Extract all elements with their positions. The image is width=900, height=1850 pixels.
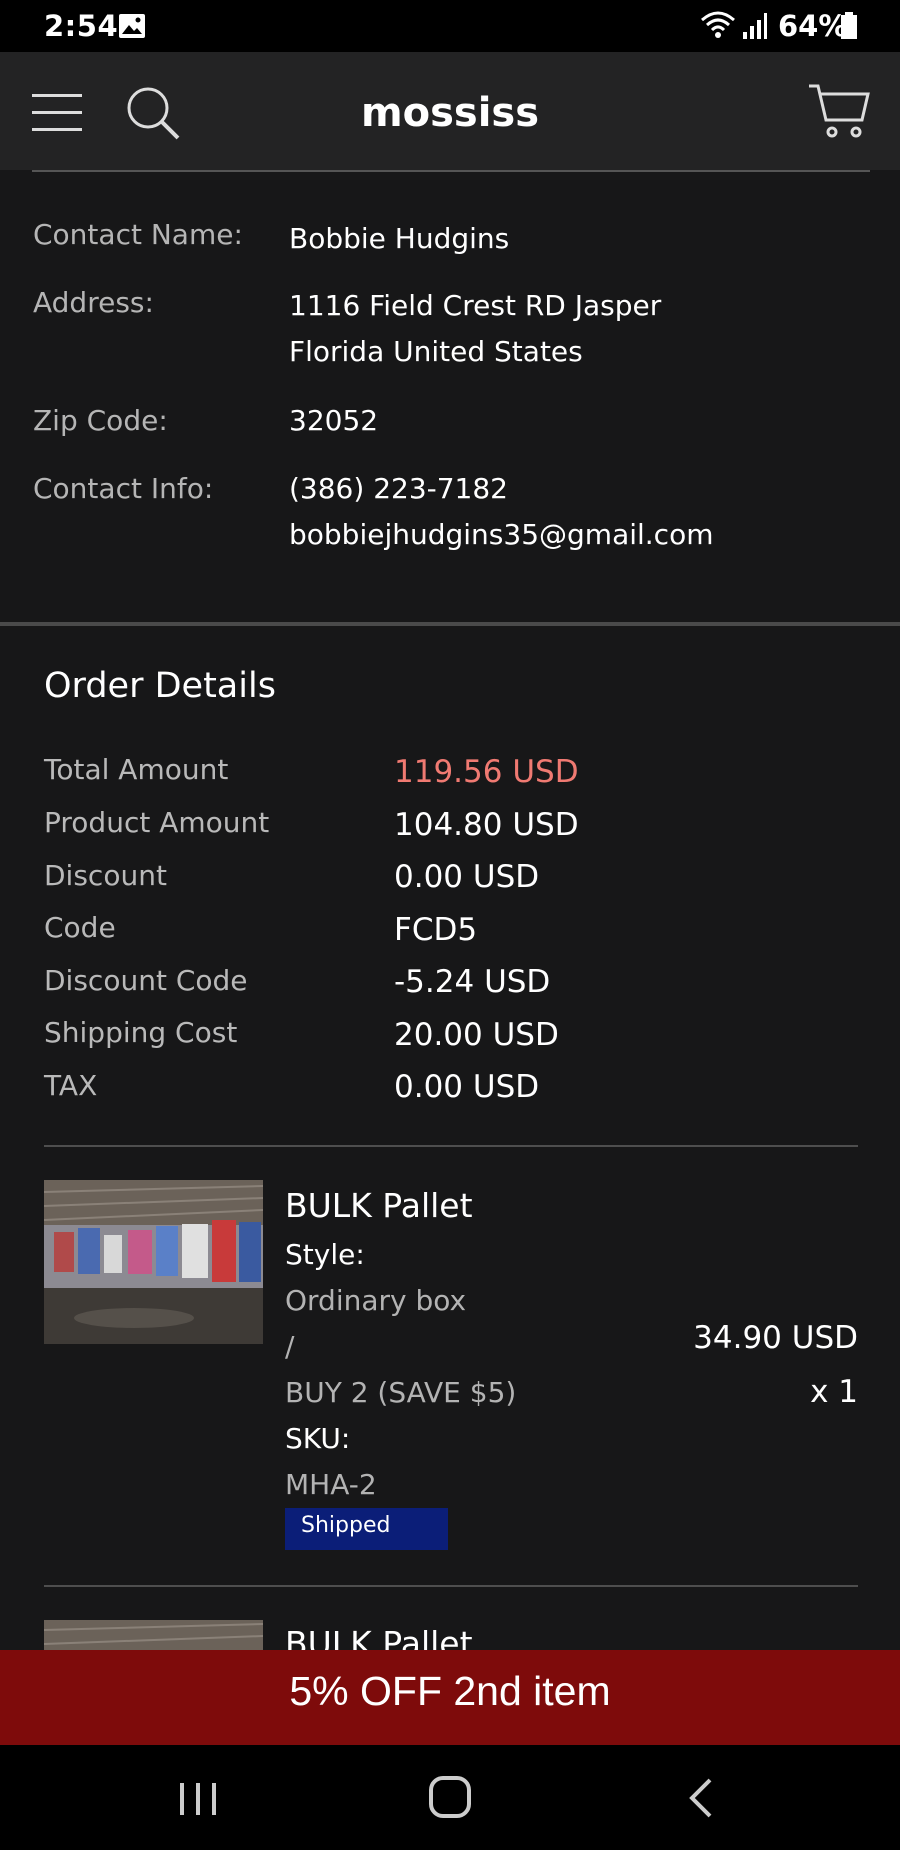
- brand-logo[interactable]: mossiss: [0, 90, 900, 136]
- tax-label: TAX: [44, 1069, 98, 1102]
- divider: [44, 1585, 858, 1587]
- sku-value: MHA-2: [285, 1468, 377, 1501]
- contact-name-label: Contact Name:: [33, 218, 243, 251]
- product-name-clip: BULK Pallet: [285, 1620, 685, 1650]
- wifi-icon: [701, 11, 735, 38]
- shipping-cost-label: Shipping Cost: [44, 1016, 238, 1049]
- app-header: mossiss: [0, 52, 900, 170]
- style-value: Ordinary box: [285, 1284, 467, 1317]
- product-name[interactable]: BULK Pallet: [285, 1624, 473, 1650]
- divider: [44, 1145, 858, 1147]
- back-icon[interactable]: [686, 1777, 716, 1819]
- address-line-1: 1116 Field Crest RD Jasper: [289, 289, 662, 322]
- product-price: 34.90 USD: [693, 1320, 858, 1356]
- email-address: bobbiejhudgins35@gmail.com: [289, 518, 714, 551]
- recent-apps-icon[interactable]: [178, 1781, 218, 1817]
- product-quantity: x 1: [810, 1374, 858, 1410]
- discount-code-value: -5.24 USD: [394, 964, 551, 1000]
- image-icon: [119, 14, 145, 38]
- shipping-cost-value: 20.00 USD: [394, 1017, 559, 1053]
- zip-label: Zip Code:: [33, 404, 168, 437]
- total-amount-value: 119.56 USD: [394, 754, 579, 790]
- battery-icon: [841, 12, 857, 39]
- warehouse-pallets-image: [44, 1180, 263, 1344]
- zip-code: 32052: [289, 404, 379, 437]
- signal-icon: [743, 13, 767, 39]
- code-value: FCD5: [394, 912, 478, 948]
- product-image[interactable]: [44, 1620, 263, 1650]
- divider: [32, 170, 870, 172]
- contact-name: Bobbie Hudgins: [289, 222, 510, 255]
- total-amount-label: Total Amount: [44, 753, 229, 786]
- home-icon[interactable]: [428, 1775, 472, 1819]
- discount-label: Discount: [44, 859, 167, 892]
- style-option: BUY 2 (SAVE $5): [285, 1376, 517, 1409]
- address-line-2: Florida United States: [289, 335, 583, 368]
- promo-text: 5% OFF 2nd item: [289, 1668, 611, 1714]
- contact-info-label: Contact Info:: [33, 472, 214, 505]
- product-image[interactable]: [44, 1180, 263, 1344]
- section-divider: [0, 622, 900, 626]
- address-label: Address:: [33, 286, 154, 319]
- style-label: Style:: [285, 1238, 365, 1271]
- cart-icon[interactable]: [808, 82, 870, 140]
- sku-label: SKU:: [285, 1422, 351, 1455]
- status-time: 2:54: [44, 9, 119, 43]
- product-name[interactable]: BULK Pallet: [285, 1186, 473, 1225]
- battery-percent: 64%: [778, 9, 848, 43]
- discount-value: 0.00 USD: [394, 859, 540, 895]
- promo-banner[interactable]: 5% OFF 2nd item: [0, 1650, 900, 1745]
- style-separator: /: [285, 1330, 295, 1363]
- discount-code-label: Discount Code: [44, 964, 248, 997]
- phone-number: (386) 223-7182: [289, 472, 508, 505]
- warehouse-pallets-image: [44, 1620, 263, 1650]
- code-label: Code: [44, 911, 116, 944]
- product-amount-value: 104.80 USD: [394, 807, 579, 843]
- tax-value: 0.00 USD: [394, 1069, 540, 1105]
- order-details-title: Order Details: [44, 666, 276, 706]
- status-bar: 2:54 64%: [0, 0, 900, 52]
- status-badge: Shipped: [285, 1508, 448, 1550]
- product-amount-label: Product Amount: [44, 806, 270, 839]
- system-nav-bar: [0, 1745, 900, 1850]
